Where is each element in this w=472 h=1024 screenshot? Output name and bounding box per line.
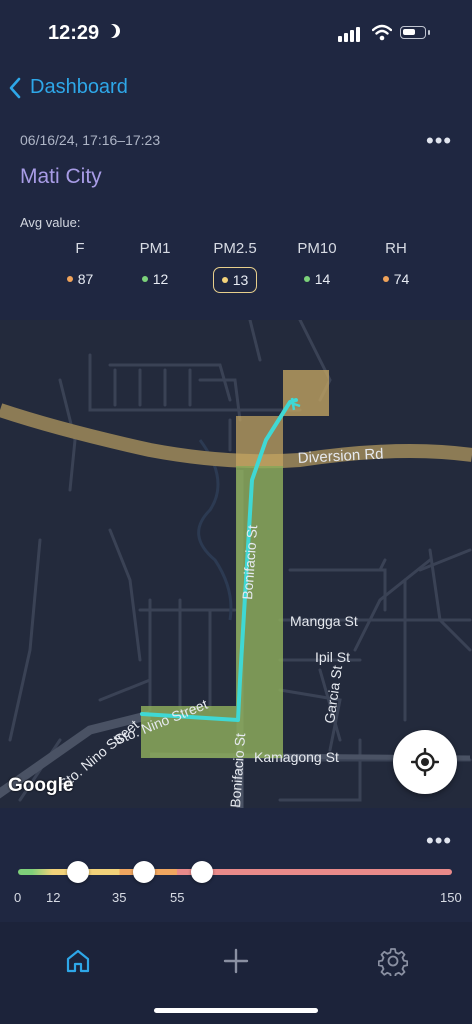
metric-value: 87 (59, 267, 102, 291)
session-date-range: 06/16/24, 17:16–17:23 (20, 132, 161, 148)
more-options-button[interactable]: ••• (426, 128, 452, 154)
battery-icon (400, 26, 426, 39)
locate-button[interactable] (393, 730, 457, 794)
session-map[interactable]: Diversion Rd Bonifacio St Mangga St Ipil… (0, 320, 472, 808)
status-dot (221, 277, 228, 283)
metric-pm1[interactable]: PM1 12 (120, 240, 190, 291)
tab-settings[interactable] (377, 945, 409, 977)
scale-more-button[interactable]: ••• (426, 828, 452, 854)
metric-name: RH (385, 240, 407, 257)
status-dot (303, 276, 310, 282)
metric-name: F (75, 240, 85, 257)
map-canvas: Diversion Rd Bonifacio St Mangga St Ipil… (0, 320, 472, 808)
scale-tick-label: 55 (170, 890, 185, 905)
chevron-left-icon (9, 77, 21, 98)
status-dot (66, 276, 73, 282)
metric-name: PM10 (297, 240, 337, 257)
scale-tick-label: 35 (112, 890, 127, 905)
avg-value-label: Avg value: (20, 215, 81, 230)
home-indicator (154, 1008, 318, 1013)
status-dot (141, 276, 148, 282)
metric-name: PM1 (139, 240, 171, 257)
back-button[interactable]: Dashboard (8, 76, 128, 99)
metric-name: PM2.5 (213, 240, 257, 257)
wifi-icon (372, 24, 392, 41)
gear-icon (378, 948, 408, 976)
metric-pm10[interactable]: PM10 14 (282, 240, 352, 291)
scale-tick-label: 150 (440, 890, 462, 905)
tab-home[interactable] (62, 945, 94, 977)
svg-text:Garcia St: Garcia St (321, 664, 345, 724)
svg-text:Diversion Rd: Diversion Rd (297, 446, 384, 467)
threshold-handle-1[interactable] (66, 861, 89, 883)
metric-value-selected: 13 (212, 267, 258, 293)
scale-tick-label: 0 (14, 890, 22, 905)
plus-icon (223, 948, 249, 974)
back-label: Dashboard (30, 76, 128, 98)
session-location-title: Mati City (20, 165, 102, 188)
tab-add[interactable] (220, 945, 252, 977)
metric-value: 12 (134, 267, 177, 291)
metric-pm25[interactable]: PM2.5 13 (200, 240, 270, 293)
battery-cap (428, 30, 430, 35)
status-dot (382, 276, 389, 282)
svg-text:Ipil St: Ipil St (315, 649, 350, 665)
svg-text:Kamagong St: Kamagong St (254, 749, 339, 765)
metric-value: 14 (296, 267, 339, 291)
metric-rh[interactable]: RH 74 (361, 240, 431, 291)
google-attribution-logo: Google (8, 775, 74, 796)
locate-crosshair-icon (411, 748, 439, 776)
home-icon (66, 949, 90, 973)
moon-icon (106, 24, 120, 38)
threshold-handle-3[interactable] (191, 861, 214, 883)
metric-f[interactable]: F 87 (45, 240, 115, 291)
svg-text:Mangga St: Mangga St (290, 613, 358, 629)
scale-tick-label: 12 (46, 890, 61, 905)
cellular-signal-icon (338, 27, 360, 42)
threshold-handle-2[interactable] (133, 861, 156, 883)
status-time: 12:29 (48, 22, 100, 44)
metric-value: 74 (375, 267, 418, 291)
